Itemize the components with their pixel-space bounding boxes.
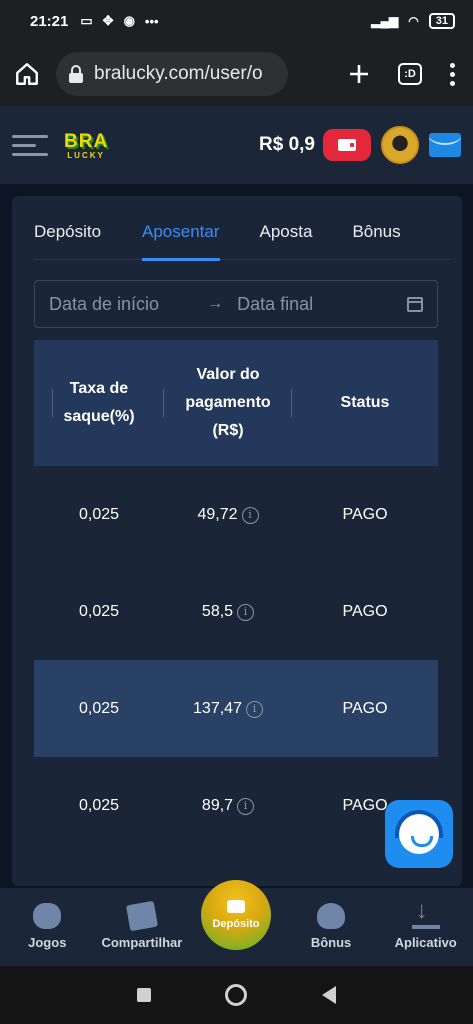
status-cell: PAGO [342,699,388,717]
table-header: Taxa de saque(%) Valor do pagamento (R$)… [34,340,438,466]
chat-icon: ◉ [123,13,135,28]
laptop-icon: ▭ [80,13,93,28]
nav-games-label: Jogos [28,935,67,950]
back-button[interactable] [321,986,336,1004]
browser-toolbar: bralucky.com/user/o :D [0,42,473,106]
tab-bar: Depósito Aposentar Aposta Bônus [34,220,450,261]
deposit-label: Depósito [212,918,260,930]
tab-aposentar[interactable]: Aposentar [142,220,220,261]
recents-button[interactable] [137,988,152,1002]
amount-cell: 137,47 i [164,700,292,718]
calendar-icon [407,296,423,312]
fee-cell: 0,025 [78,796,120,814]
new-tab-icon[interactable] [348,63,370,85]
date-range-picker[interactable]: Data de início → Data final [34,280,438,328]
table-row: 0,025 89,7 i PAGO [34,757,438,854]
home-button[interactable] [225,984,248,1006]
nav-bonus[interactable]: Bônus [284,888,379,966]
status-bar: 21:21 ▭ ✥ ◉ ••• ▂▄▆ ◠ 31 [0,0,473,42]
fee-cell: 0,025 [78,699,120,717]
arrow-right-icon: → [207,295,224,312]
fee-cell: 0,025 [78,505,120,523]
tab-deposito[interactable]: Depósito [34,220,142,260]
table-row: 0,025 58,5 i PAGO [34,563,438,660]
column-header-amount: Valor do pagamento (R$) [164,361,292,445]
system-nav-bar [0,966,473,1024]
logo-text: BRA [64,130,109,152]
tab-bonus[interactable]: Bônus [352,220,400,260]
nav-share[interactable]: Compartilhar [95,888,190,966]
balance-amount: R$ 0,9 [259,134,315,155]
avatar[interactable] [381,126,419,164]
gamepad-icon [33,903,62,929]
support-chat-button[interactable] [385,800,453,868]
browser-menu-icon[interactable] [450,62,455,86]
column-header-status: Status [340,394,390,411]
money-bag-icon [317,903,346,929]
screen: 21:21 ▭ ✥ ◉ ••• ▂▄▆ ◠ 31 bralucky.com/us… [0,0,473,1024]
wallet-icon [338,139,356,151]
address-bar[interactable]: bralucky.com/user/o [56,52,288,96]
logo[interactable]: BRA LUCKY [64,131,108,160]
tab-aposta[interactable]: Aposta [260,220,313,260]
nav-app-label: Aplicativo [394,935,457,950]
amount-cell: 89,7 i [164,797,292,815]
table-row: 0,025 137,47 i PAGO [34,660,438,757]
wifi-icon: ◠ [408,14,419,28]
mail-icon[interactable] [429,133,461,157]
column-header-fee: Taxa de saque(%) [34,375,164,431]
home-icon[interactable] [14,61,40,87]
info-icon[interactable]: i [241,506,259,524]
nav-app[interactable]: Aplicativo [378,888,473,966]
info-icon[interactable]: i [237,797,255,815]
fee-cell: 0,025 [78,602,120,620]
menu-icon[interactable] [12,134,48,156]
wallet-icon [227,900,245,913]
nav-bonus-label: Bônus [310,935,352,950]
wallet-button[interactable] [323,129,371,161]
signal-icon: ▂▄▆ [371,14,399,28]
app-header: BRA LUCKY R$ 0,9 [0,106,473,184]
nav-games[interactable]: Jogos [0,888,95,966]
download-icon [411,897,440,929]
amount-cell: 58,5 i [164,603,292,621]
battery-icon: 31 [428,13,455,29]
share-icon: ✥ [102,13,114,28]
table-row: 0,025 49,72 i PAGO [34,466,438,563]
withdrawal-table: Taxa de saque(%) Valor do pagamento (R$)… [34,340,438,854]
start-date-input[interactable]: Data de início [49,294,159,315]
share-icon [125,900,158,932]
more-icon: ••• [144,13,159,29]
nav-share-label: Compartilhar [101,935,183,950]
status-cell: PAGO [342,602,388,620]
end-date-input[interactable]: Data final [237,294,313,315]
tab-switcher-button[interactable]: :D [398,63,422,85]
logo-subtext: LUCKY [67,150,105,160]
deposit-button[interactable]: Depósito [201,880,271,950]
transactions-panel: Depósito Aposentar Aposta Bônus Data de … [12,196,462,886]
info-icon[interactable]: i [237,603,255,621]
notification-icons: ▭ ✥ ◉ ••• [80,13,158,29]
system-icons: ▂▄▆ ◠ 31 [371,13,455,29]
lock-icon [69,65,83,83]
amount-cell: 49,72 i [164,506,292,524]
status-time: 21:21 [30,12,69,30]
url-text: bralucky.com/user/o [94,63,263,84]
headset-icon [395,810,443,854]
status-cell: PAGO [342,505,388,523]
info-icon[interactable]: i [245,700,263,718]
